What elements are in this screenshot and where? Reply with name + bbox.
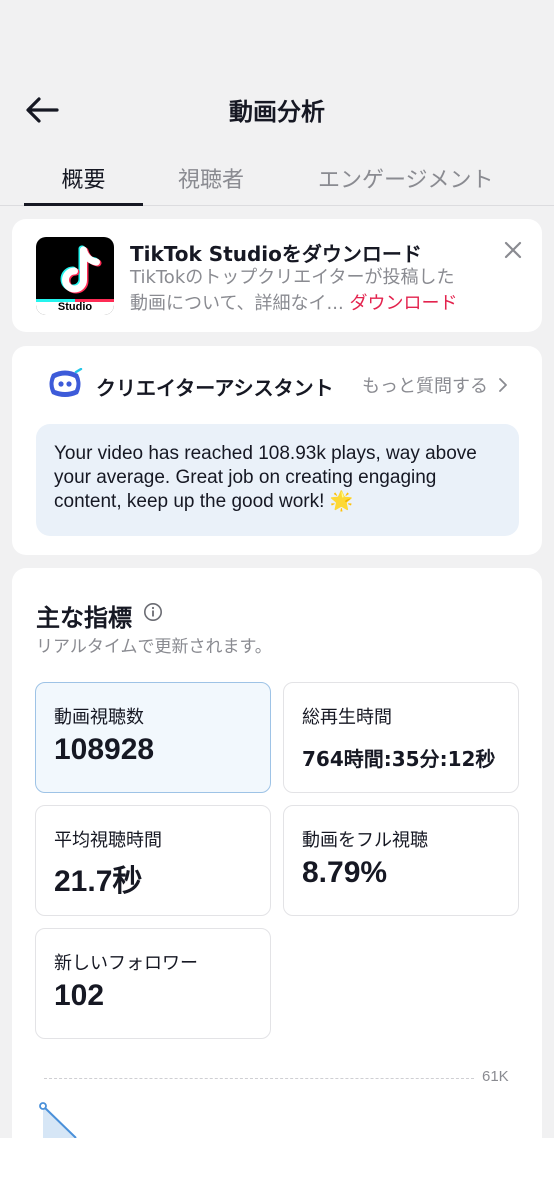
bottom-area	[0, 1138, 554, 1200]
assistant-message: Your video has reached 108.93k plays, wa…	[36, 424, 519, 536]
metric-label: 動画をフル視聴	[302, 830, 428, 851]
metric-label: 動画視聴数	[54, 707, 144, 728]
studio-banner-title: TikTok Studioをダウンロード	[130, 242, 422, 266]
studio-desc-line2: 動画について、詳細なイ...	[130, 293, 344, 314]
chart-max-label: 61K	[482, 1068, 509, 1085]
metric-value: 764時間:35分:12秒	[302, 747, 496, 771]
ask-more-link[interactable]: もっと質問する	[362, 372, 508, 398]
tab-engagement[interactable]: エンゲージメント	[318, 162, 494, 194]
metric-tile-video-views[interactable]: 動画視聴数 108928	[35, 682, 271, 793]
metric-value: 21.7秒	[54, 865, 143, 898]
metric-tile-full-video-watched[interactable]: 動画をフル視聴 8.79%	[283, 805, 519, 916]
ask-more-label: もっと質問する	[362, 376, 488, 397]
chevron-right-icon	[498, 378, 507, 392]
key-metrics-card: 主な指標 リアルタイムで更新されます。 動画視聴数 108928 総再生時間 7…	[12, 568, 542, 1138]
metric-tile-total-play-time[interactable]: 総再生時間 764時間:35分:12秒	[283, 682, 519, 793]
active-tab-indicator	[24, 203, 143, 206]
studio-download-banner[interactable]: Studio TikTok Studioをダウンロード TikTokのトップクリ…	[12, 219, 542, 332]
views-chart-area	[39, 1102, 77, 1138]
metrics-title: 主な指標	[36, 604, 132, 632]
close-banner-button[interactable]	[498, 235, 528, 265]
metric-label: 新しいフォロワー	[54, 953, 198, 974]
metrics-subtitle: リアルタイムで更新されます。	[36, 637, 272, 657]
header: 動画分析 概要 視聴者 エンゲージメント	[0, 0, 554, 207]
assistant-title: クリエイターアシスタント	[96, 376, 334, 400]
metric-label: 総再生時間	[302, 707, 392, 728]
metric-value: 108928	[54, 733, 155, 766]
assistant-bot-icon	[49, 368, 83, 397]
download-link[interactable]: ダウンロード	[349, 293, 457, 314]
metric-label: 平均視聴時間	[54, 830, 162, 851]
metric-value: 8.79%	[302, 856, 388, 889]
chart-point[interactable]	[39, 1102, 47, 1110]
tab-viewers[interactable]: 視聴者	[178, 162, 244, 194]
page-title: 動画分析	[229, 98, 325, 126]
studio-desc-line1: TikTokのトップクリエイターが投稿した	[130, 267, 455, 288]
info-icon[interactable]	[143, 602, 163, 622]
metric-tile-new-followers[interactable]: 新しいフォロワー 102	[35, 928, 271, 1039]
chart-gridline	[44, 1078, 474, 1079]
studio-logo-text: Studio	[57, 301, 93, 313]
tab-overview[interactable]: 概要	[24, 162, 143, 194]
close-icon	[504, 241, 522, 259]
studio-banner-description: TikTokのトップクリエイターが投稿した 動画について、詳細なイ... ダウン…	[130, 265, 500, 317]
creator-assistant-card: クリエイターアシスタント もっと質問する Your video has reac…	[12, 346, 542, 555]
tab-bar: 概要 視聴者 エンゲージメント	[0, 156, 554, 206]
metric-value: 102	[54, 979, 105, 1012]
metric-tile-average-watch-time[interactable]: 平均視聴時間 21.7秒	[35, 805, 271, 916]
tiktok-studio-logo: Studio	[36, 237, 114, 315]
